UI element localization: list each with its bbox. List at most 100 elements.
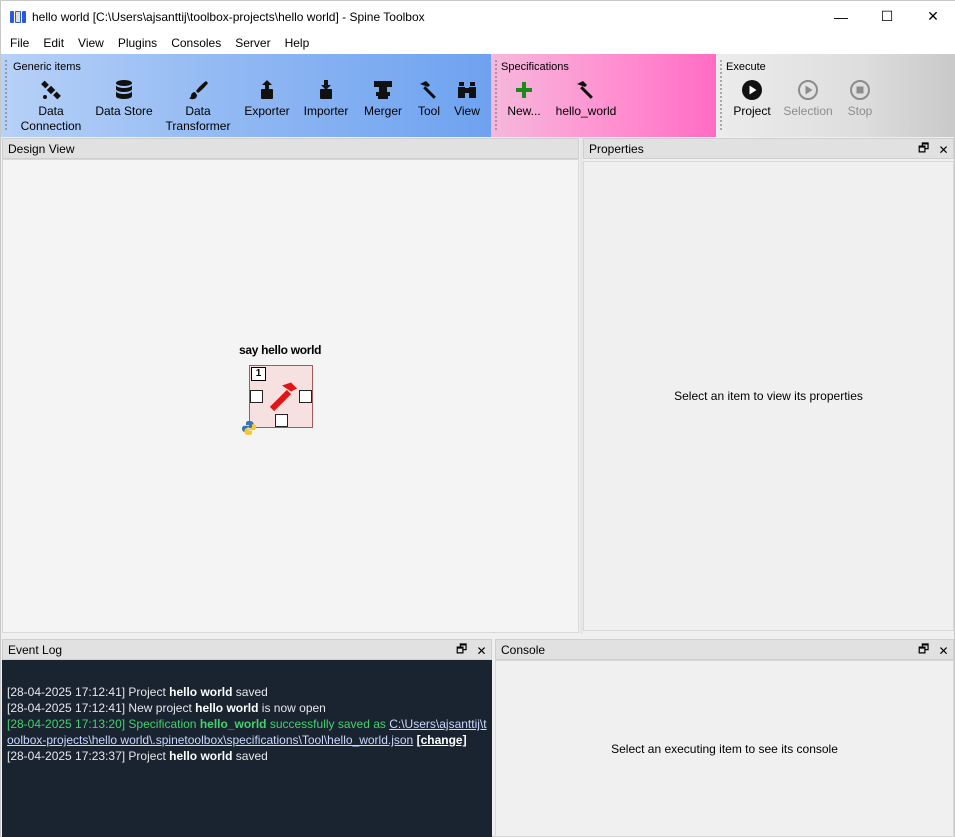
binoculars-icon xyxy=(458,82,476,98)
log-entry-success: [28-04-2025 17:13:20] Specification hell… xyxy=(7,716,488,748)
hello-world-spec-button[interactable]: hello_world xyxy=(553,78,619,119)
merger-button[interactable]: Merger xyxy=(361,78,405,119)
float-icon[interactable]: 🗗 xyxy=(918,139,929,160)
right-connector[interactable] xyxy=(299,390,312,403)
log-entry-text: [28-04-2025 17:12:41] New project xyxy=(7,701,196,715)
merger-label: Merger xyxy=(363,104,402,118)
new-specification-button[interactable]: New... xyxy=(503,78,545,119)
merger-icon xyxy=(374,81,392,99)
event-log-dock-buttons: 🗗 ✕ xyxy=(456,640,487,661)
data-store-button[interactable]: Data Store xyxy=(94,78,154,119)
data-connection-button[interactable]: Data Connection xyxy=(19,78,83,134)
stop-label: Stop xyxy=(847,104,873,118)
design-view-title: Design View xyxy=(8,141,75,156)
window-title: hello world [C:\Users\ajsanttij\toolbox-… xyxy=(32,9,425,24)
paintbrush-icon xyxy=(189,81,208,100)
exporter-label: Exporter xyxy=(244,104,290,118)
tool-project-item[interactable]: 1 xyxy=(249,365,313,428)
toolbar-grip[interactable] xyxy=(5,60,7,132)
design-view-canvas[interactable]: say hello world 1 xyxy=(2,159,579,633)
log-entry: [28-04-2025 17:12:41] New project hello … xyxy=(7,700,488,716)
toolbar-grip[interactable] xyxy=(720,60,722,132)
log-entry-text: is now open xyxy=(258,701,326,715)
toolbar-grip[interactable] xyxy=(495,60,497,132)
bottom-connector[interactable] xyxy=(275,414,288,427)
log-entry-name: hello_world xyxy=(199,717,267,731)
hammer-icon xyxy=(269,382,297,412)
exporter-button[interactable]: Exporter xyxy=(243,78,291,119)
hammer-icon xyxy=(420,81,436,99)
title-bar: hello world [C:\Users\ajsanttij\toolbox-… xyxy=(1,1,955,32)
execute-project-button[interactable]: Project xyxy=(730,78,774,119)
tool-button[interactable]: Tool xyxy=(413,78,445,119)
left-connector[interactable] xyxy=(250,390,263,403)
log-entry-text: saved xyxy=(232,685,268,699)
menu-help[interactable]: Help xyxy=(278,32,317,54)
generic-items-toolbar: Generic items Data Connection Data Store… xyxy=(1,54,491,137)
execute-project-label: Project xyxy=(733,104,771,118)
spine-toolbox-app-icon xyxy=(10,10,26,23)
importer-label: Importer xyxy=(303,104,349,118)
import-icon xyxy=(320,80,332,99)
close-icon[interactable]: ✕ xyxy=(938,644,949,658)
export-icon xyxy=(261,80,273,99)
event-log-title-bar[interactable]: Event Log 🗗 ✕ xyxy=(2,639,492,660)
main-window: hello world [C:\Users\ajsanttij\toolbox-… xyxy=(0,0,955,837)
hello-world-spec-label: hello_world xyxy=(555,104,617,118)
float-icon[interactable]: 🗗 xyxy=(456,640,467,661)
view-button[interactable]: View xyxy=(451,78,483,119)
log-entry-name: hello world xyxy=(169,685,233,699)
generic-items-label: Generic items xyxy=(13,61,81,73)
design-view-title-bar[interactable]: Design View xyxy=(2,138,579,159)
close-icon[interactable]: ✕ xyxy=(476,644,487,658)
console-title: Console xyxy=(501,642,546,657)
menu-edit[interactable]: Edit xyxy=(36,32,71,54)
menu-file[interactable]: File xyxy=(3,32,36,54)
importer-button[interactable]: Importer xyxy=(301,78,351,119)
tool-label: Tool xyxy=(417,104,440,118)
properties-placeholder: Select an item to view its properties xyxy=(674,389,863,403)
project-item-name: say hello world xyxy=(239,343,322,357)
data-connection-label-2: Connection xyxy=(20,119,82,133)
menu-consoles[interactable]: Consoles xyxy=(164,32,228,54)
new-specification-label: New... xyxy=(507,104,541,118)
plus-icon xyxy=(516,82,532,98)
execute-selection-label: Selection xyxy=(783,104,833,118)
data-transformer-button[interactable]: Data Transformer xyxy=(163,78,233,134)
execute-selection-button[interactable]: Selection xyxy=(782,78,834,119)
data-store-label: Data Store xyxy=(95,104,153,118)
menu-view[interactable]: View xyxy=(71,32,111,54)
properties-title-bar[interactable]: Properties 🗗 ✕ xyxy=(583,138,954,159)
log-entry-name: hello world xyxy=(195,701,259,715)
stop-circle-icon xyxy=(850,80,870,100)
change-link[interactable]: [change] xyxy=(417,733,467,747)
minimize-button[interactable]: — xyxy=(818,1,864,32)
database-icon xyxy=(116,80,132,99)
data-connection-label-1: Data xyxy=(38,104,64,118)
console-panel: Select an executing item to see its cons… xyxy=(495,660,954,837)
console-dock-buttons: 🗗 ✕ xyxy=(918,640,949,661)
close-icon[interactable]: ✕ xyxy=(938,143,949,157)
window-controls: — ☐ ✕ xyxy=(818,1,955,32)
hammer-icon xyxy=(577,81,593,99)
close-button[interactable]: ✕ xyxy=(910,1,955,32)
float-icon[interactable]: 🗗 xyxy=(918,640,929,661)
maximize-button[interactable]: ☐ xyxy=(864,1,910,32)
play-circle-icon xyxy=(742,80,762,100)
log-entry-text: saved xyxy=(232,749,268,763)
menu-server[interactable]: Server xyxy=(228,32,277,54)
event-log-title: Event Log xyxy=(8,642,63,657)
stop-button[interactable]: Stop xyxy=(842,78,878,119)
properties-dock-buttons: 🗗 ✕ xyxy=(918,139,949,160)
view-label: View xyxy=(454,104,480,118)
log-entry-text: [28-04-2025 17:13:20] Specification xyxy=(7,717,200,731)
console-placeholder: Select an executing item to see its cons… xyxy=(611,741,838,756)
data-transformer-label-1: Data xyxy=(185,104,211,118)
console-title-bar[interactable]: Console 🗗 ✕ xyxy=(495,639,954,660)
log-entry-text: [28-04-2025 17:12:41] Project xyxy=(7,685,170,699)
log-entry-text: [28-04-2025 17:23:37] Project xyxy=(7,749,170,763)
data-transformer-label-2: Transformer xyxy=(165,119,231,133)
event-log-panel[interactable]: [28-04-2025 17:12:41] Project hello worl… xyxy=(2,660,492,837)
execute-toolbar: Execute Project Selection Stop xyxy=(716,54,955,137)
menu-plugins[interactable]: Plugins xyxy=(111,32,164,54)
